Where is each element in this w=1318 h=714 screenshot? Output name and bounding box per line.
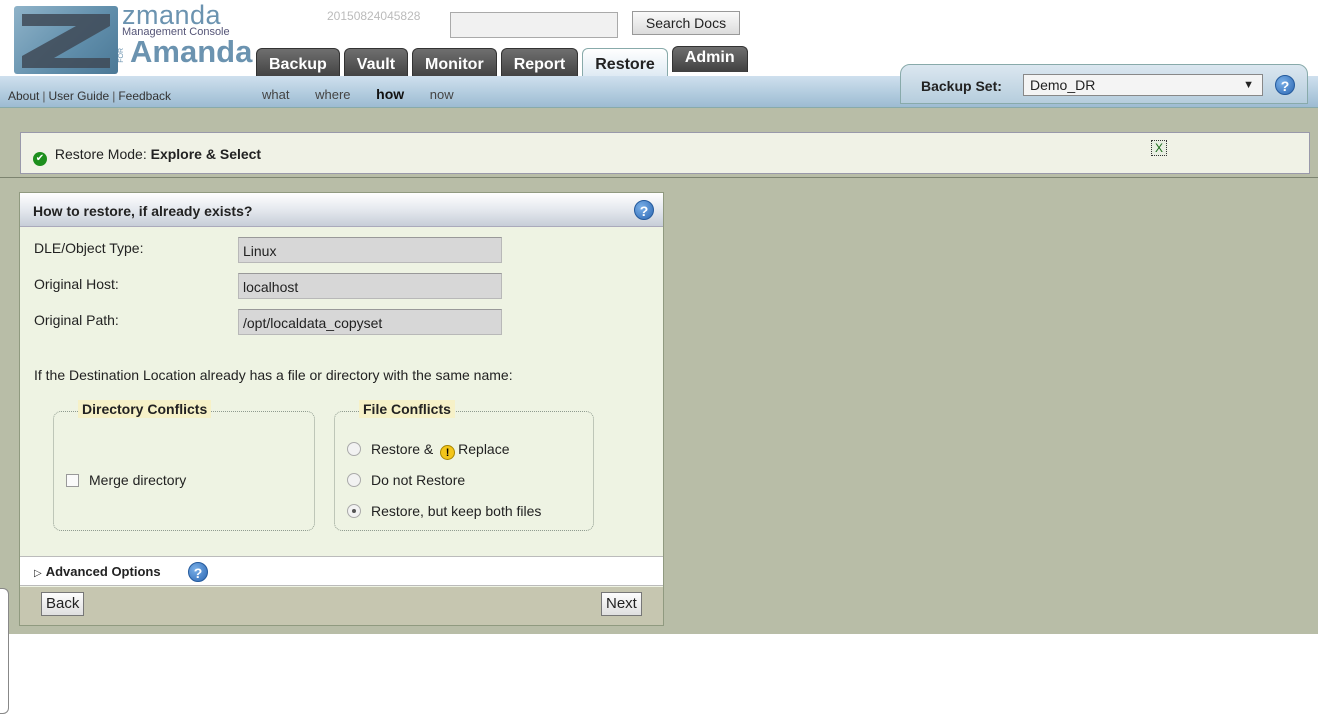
restore-mode-bar: ✔ Restore Mode: Explore & Select X (20, 120, 1310, 176)
help-links: About | User Guide | Feedback (8, 89, 172, 103)
tab-vault[interactable]: Vault (343, 48, 409, 78)
dle-type-label: DLE/Object Type: (34, 240, 144, 256)
tab-report[interactable]: Report (500, 48, 579, 78)
restore-mode-text: ✔ Restore Mode: Explore & Select (33, 146, 261, 166)
panel-title: How to restore, if already exists? (33, 203, 253, 219)
step-now[interactable]: now (430, 87, 454, 102)
original-host-label: Original Host: (34, 276, 119, 292)
advanced-options-toggle[interactable]: ▷ Advanced Options (34, 564, 161, 579)
search-docs-input[interactable] (450, 12, 618, 38)
panel-footer: Back Next (20, 587, 663, 625)
dropdown-arrow-icon: ▼ (1243, 79, 1254, 91)
side-panel-handle[interactable] (0, 588, 9, 714)
feedback-link[interactable]: Feedback (118, 89, 171, 103)
restore-replace-radio[interactable] (347, 442, 361, 456)
step-where[interactable]: where (315, 87, 350, 102)
file-conflicts-group: File Conflicts Restore & ! Replace Do not… (334, 400, 594, 531)
backup-set-value: Demo_DR (1030, 77, 1096, 93)
restore-mode-value: Explore & Select (150, 146, 262, 162)
do-not-restore-label: Do not Restore (371, 472, 466, 488)
do-not-restore-radio[interactable] (347, 473, 361, 487)
main-tabs: Backup Vault Monitor Report Restore Admi… (256, 46, 752, 79)
tab-admin[interactable]: Admin (671, 46, 748, 72)
merge-directory-checkbox[interactable] (66, 474, 79, 487)
restore-mode-box: ✔ Restore Mode: Explore & Select X (20, 132, 1310, 174)
about-link[interactable]: About (8, 89, 39, 103)
build-id: 20150824045828 (327, 9, 421, 23)
directory-conflicts-group: Directory Conflicts Merge directory (53, 400, 315, 531)
help-icon[interactable]: ? (1275, 75, 1295, 95)
original-path-value: /opt/localdata_copyset (238, 309, 502, 335)
original-path-label: Original Path: (34, 312, 119, 328)
user-guide-link[interactable]: User Guide (48, 89, 109, 103)
next-button[interactable]: Next (601, 592, 642, 616)
file-conflicts-legend: File Conflicts (359, 400, 455, 418)
z-logo-icon (14, 6, 118, 74)
restore-replace-option[interactable]: Restore & ! Replace (347, 441, 510, 460)
help-icon[interactable]: ? (634, 200, 654, 220)
restore-how-panel: How to restore, if already exists? ? DLE… (19, 192, 664, 626)
keep-both-label: Restore, but keep both files (371, 503, 542, 519)
zmanda-amanda-logo[interactable]: zmanda Management Console FOR Amanda (14, 0, 254, 76)
restore-replace-label-after: Replace (458, 441, 510, 457)
backup-set-select[interactable]: Demo_DR ▼ (1023, 74, 1263, 96)
tab-monitor[interactable]: Monitor (412, 48, 497, 78)
app-header: zmanda Management Console FOR Amanda 201… (0, 0, 1318, 108)
restore-replace-label-before: Restore & (371, 441, 434, 457)
merge-directory-option[interactable]: Merge directory (66, 472, 186, 488)
search-docs-button[interactable]: Search Docs (632, 11, 740, 35)
wizard-steps: what where how now (262, 86, 476, 102)
step-what[interactable]: what (262, 87, 289, 102)
panel-header: How to restore, if already exists? ? (20, 193, 663, 227)
check-circle-icon: ✔ (33, 152, 47, 166)
expand-triangle-icon: ▷ (34, 568, 42, 579)
back-button[interactable]: Back (41, 592, 85, 616)
close-mode-bar-button[interactable]: X (1151, 140, 1167, 156)
warning-icon: ! (440, 445, 456, 460)
keep-both-radio[interactable] (347, 504, 361, 518)
step-how[interactable]: how (376, 86, 404, 102)
dle-type-value: Linux (238, 237, 502, 263)
backup-set-panel: Backup Set: Demo_DR ▼ ? (900, 64, 1308, 104)
conflict-prompt: If the Destination Location already has … (34, 367, 513, 383)
original-host-value: localhost (238, 273, 502, 299)
divider (0, 177, 1318, 178)
backup-set-label: Backup Set: (921, 78, 1002, 94)
tab-backup[interactable]: Backup (256, 48, 340, 78)
keep-both-option[interactable]: Restore, but keep both files (347, 503, 541, 519)
do-not-restore-option[interactable]: Do not Restore (347, 472, 465, 488)
logo-for: FOR (118, 48, 125, 63)
help-icon[interactable]: ? (188, 562, 208, 582)
logo-product: Amanda (130, 34, 253, 69)
advanced-options-label: Advanced Options (45, 564, 161, 579)
directory-conflicts-legend: Directory Conflicts (78, 400, 212, 418)
merge-directory-label: Merge directory (89, 472, 187, 488)
main-content: ✔ Restore Mode: Explore & Select X How t… (0, 108, 1318, 714)
tab-restore[interactable]: Restore (582, 48, 668, 79)
advanced-options-bar: ▷ Advanced Options ? (20, 556, 663, 586)
restore-mode-prefix: Restore Mode: (54, 146, 147, 162)
